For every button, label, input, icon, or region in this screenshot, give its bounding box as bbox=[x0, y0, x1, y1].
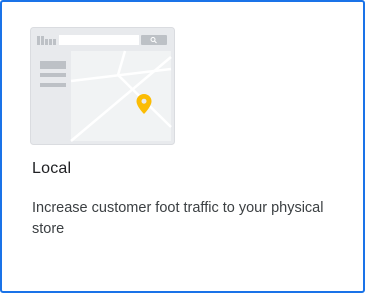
map-browser-illustration-icon bbox=[30, 27, 175, 145]
campaign-goal-card-local[interactable]: Local Increase customer foot traffic to … bbox=[0, 0, 365, 293]
card-title: Local bbox=[32, 160, 72, 177]
card-description: Increase customer foot traffic to your p… bbox=[32, 200, 324, 237]
